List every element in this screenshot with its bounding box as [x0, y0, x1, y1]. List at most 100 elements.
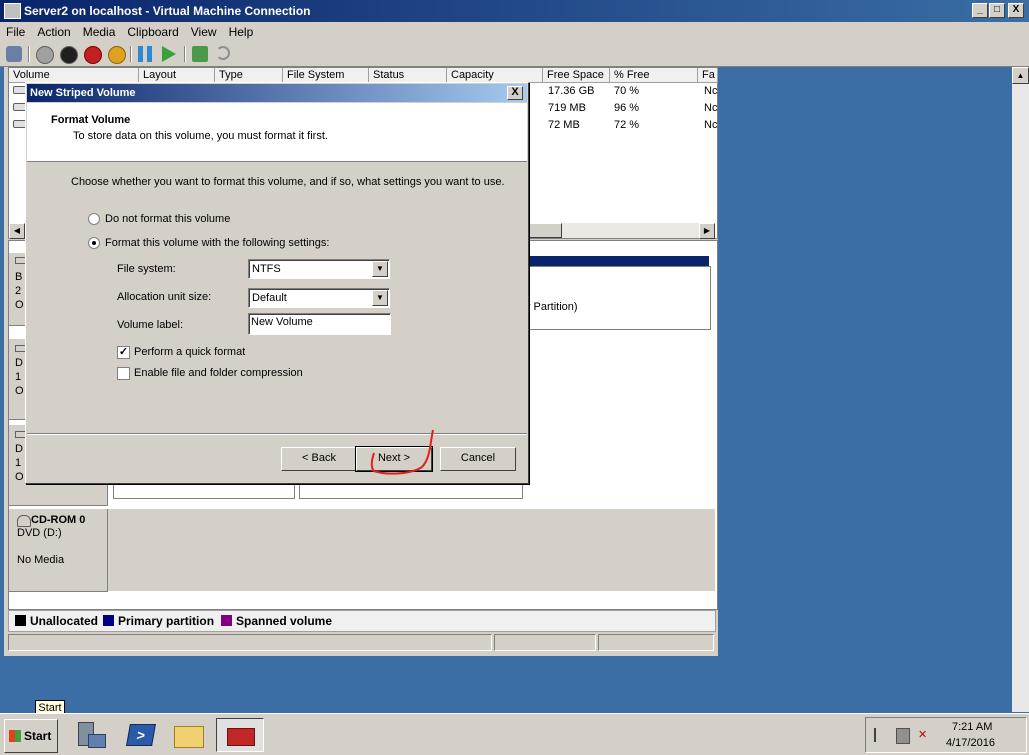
clock-date[interactable]: 4/17/2016	[946, 737, 995, 749]
chevron-down-icon[interactable]: ▼	[372, 290, 388, 306]
cdrom-label[interactable]: CD-ROM 0 DVD (D:) No Media	[9, 509, 108, 592]
disk-size-text: 1	[15, 457, 22, 469]
free-space-cell: 719 MB	[548, 102, 586, 114]
disk-type-text: D	[15, 357, 23, 369]
vm-window-title: Server2 on localhost - Virtual Machine C…	[24, 4, 311, 18]
turn-off-icon[interactable]	[60, 46, 78, 64]
legend-spanned: Spanned volume	[236, 614, 333, 628]
dialog-title-bar: New Striped Volume X	[27, 84, 527, 102]
minimize-button[interactable]: _	[972, 3, 988, 18]
revert-icon[interactable]	[216, 46, 230, 60]
cdrom-media: No Media	[17, 554, 65, 566]
menu-file[interactable]: File	[0, 22, 31, 39]
pct-free-cell: 70 %	[614, 85, 640, 97]
fault-tolerance-cell: Nc	[704, 119, 718, 131]
red-annotation-mark	[370, 429, 434, 475]
column-header-free-space[interactable]: Free Space	[543, 68, 610, 83]
back-button[interactable]: < Back	[281, 447, 357, 471]
windows-logo-icon	[9, 730, 21, 742]
menu-action[interactable]: Action	[31, 22, 76, 39]
start-label: Start	[24, 729, 52, 743]
toolbox-icon	[227, 728, 255, 746]
cdrom-area	[108, 509, 715, 591]
legend-swatch-spanned	[221, 615, 232, 626]
free-space-cell: 72 MB	[548, 119, 580, 131]
shutdown-icon[interactable]	[84, 46, 102, 64]
file-system-select[interactable]: NTFS ▼	[248, 259, 390, 279]
fault-tolerance-cell: Nc	[704, 102, 718, 114]
computer-management-taskbar-button[interactable]	[216, 718, 264, 752]
quick-format-label[interactable]: Perform a quick format	[134, 346, 245, 358]
column-header-volume[interactable]: Volume	[9, 68, 139, 83]
legend-swatch-primary	[103, 615, 114, 626]
compression-label[interactable]: Enable file and folder compression	[134, 367, 303, 379]
column-header-file-system[interactable]: File System	[283, 68, 369, 83]
toolbar	[0, 42, 1029, 67]
partition-block[interactable]: y Partition)	[522, 266, 711, 330]
start-button[interactable]: Start	[4, 719, 58, 753]
ctrl-alt-del-icon[interactable]	[6, 46, 22, 62]
format-label[interactable]: Format this volume with the following se…	[105, 237, 329, 249]
partition-header-bar	[522, 256, 709, 266]
menu-clipboard[interactable]: Clipboard	[121, 22, 184, 39]
action-center-flag-icon[interactable]	[874, 728, 888, 742]
menu-bar: File Action Media Clipboard View Help	[0, 22, 1029, 42]
dialog-divider	[27, 433, 527, 435]
vm-title-bar: Server2 on localhost - Virtual Machine C…	[0, 0, 1029, 22]
dialog-title: New Striped Volume	[30, 87, 136, 99]
scroll-thumb[interactable]	[524, 223, 562, 238]
cancel-button[interactable]: Cancel	[440, 447, 516, 471]
vm-vertical-scrollbar[interactable]: ▲	[1012, 67, 1029, 712]
file-system-label: File system:	[117, 263, 176, 275]
allocation-unit-select[interactable]: Default ▼	[248, 288, 390, 308]
column-header-pct-free[interactable]: % Free	[610, 68, 698, 83]
scroll-up-arrow-icon[interactable]: ▲	[1012, 67, 1029, 84]
column-header-capacity[interactable]: Capacity	[447, 68, 543, 83]
power-icon[interactable]	[108, 46, 126, 64]
volume-label-field[interactable]	[248, 313, 391, 335]
snapshot-icon[interactable]	[192, 46, 208, 62]
network-icon[interactable]	[896, 728, 910, 744]
cdrom-name: CD-ROM 0	[31, 514, 86, 526]
pct-free-cell: 72 %	[614, 119, 640, 131]
powershell-icon[interactable]: >	[122, 718, 158, 750]
volume-label-input[interactable]	[251, 316, 381, 328]
scroll-left-arrow-icon[interactable]: ◀	[9, 223, 25, 239]
close-button[interactable]: X	[1008, 3, 1024, 18]
menu-media[interactable]: Media	[77, 22, 122, 39]
file-system-value: NTFS	[252, 263, 281, 275]
scroll-right-arrow-icon[interactable]: ▶	[699, 223, 715, 239]
column-header-layout[interactable]: Layout	[139, 68, 215, 83]
menu-help[interactable]: Help	[223, 22, 260, 39]
disk-status-text: O	[15, 299, 24, 311]
column-header-type[interactable]: Type	[215, 68, 283, 83]
dialog-close-button[interactable]: X	[507, 86, 523, 100]
clock-time[interactable]: 7:21 AM	[952, 721, 992, 733]
resume-icon[interactable]	[162, 46, 176, 62]
compression-checkbox[interactable]	[117, 367, 130, 380]
quick-format-checkbox[interactable]: ✓	[117, 346, 130, 359]
system-tray: ✕ 7:21 AM 4/17/2016	[865, 717, 1027, 753]
partition-type-text: y Partition)	[525, 301, 578, 313]
explorer-folder-icon[interactable]	[170, 718, 206, 750]
cdrom-drive: DVD (D:)	[17, 527, 62, 539]
pause-icon[interactable]	[138, 46, 152, 62]
toolbar-separator	[130, 46, 132, 62]
no-format-label[interactable]: Do not format this volume	[105, 213, 230, 225]
menu-view[interactable]: View	[185, 22, 223, 39]
allocation-unit-value: Default	[252, 292, 287, 304]
cdrom-icon	[17, 515, 31, 527]
legend-primary: Primary partition	[118, 614, 215, 628]
chevron-down-icon[interactable]: ▼	[372, 261, 388, 277]
column-header-fault-tolerance[interactable]: Fa	[698, 68, 718, 83]
maximize-button[interactable]: □	[989, 3, 1005, 18]
no-format-radio[interactable]	[88, 213, 100, 225]
volume-muted-icon[interactable]: ✕	[918, 728, 930, 742]
format-radio[interactable]	[88, 237, 100, 249]
taskbar: Start > ✕ 7:21 AM 4/17/2016	[0, 713, 1029, 755]
column-header-status[interactable]: Status	[369, 68, 447, 83]
disk-size-text: 2	[15, 285, 22, 297]
server-manager-icon[interactable]	[72, 718, 108, 750]
disk-status-text: O	[15, 471, 24, 483]
start-vm-icon[interactable]	[36, 46, 54, 64]
